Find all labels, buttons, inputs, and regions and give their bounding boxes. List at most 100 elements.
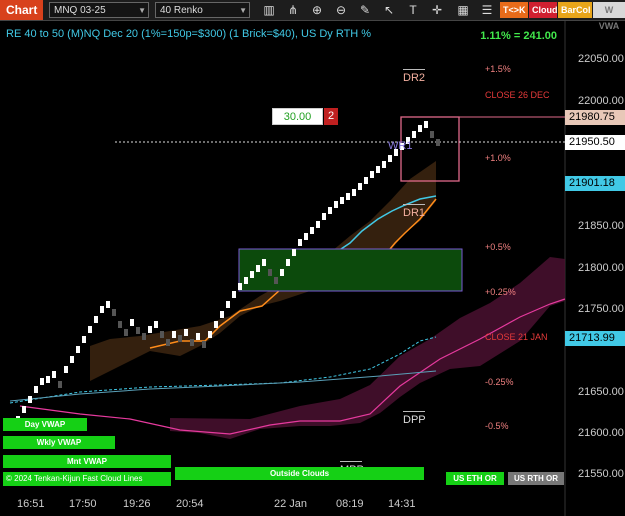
y-tick: 21550.00 bbox=[578, 468, 624, 480]
renko-brick bbox=[250, 271, 254, 278]
vwap-toggle-button[interactable]: W VWA bbox=[593, 2, 625, 31]
renko-brick bbox=[340, 197, 344, 204]
chart-title: Chart bbox=[0, 0, 44, 20]
renko-brick bbox=[76, 346, 80, 353]
renko-brick bbox=[304, 233, 308, 240]
renko-brick bbox=[136, 327, 140, 334]
renko-brick bbox=[370, 171, 374, 178]
x-tick: 14:31 bbox=[388, 498, 416, 510]
renko-brick bbox=[322, 213, 326, 220]
price-tag-tk: 21901.18 bbox=[565, 176, 625, 191]
renko-brick bbox=[268, 269, 272, 276]
grid-icon[interactable]: ▦ bbox=[454, 1, 472, 19]
renko-brick bbox=[232, 291, 236, 298]
renko-brick bbox=[166, 339, 170, 346]
renko-brick bbox=[286, 259, 290, 266]
renko-brick bbox=[70, 356, 74, 363]
price-tag-vwap: 21713.99 bbox=[565, 331, 625, 346]
renko-brick bbox=[124, 329, 128, 336]
weekly-vwap-toggle[interactable]: Wkly VWAP bbox=[3, 436, 115, 449]
renko-brick bbox=[190, 339, 194, 346]
level-minus-0-5: -0.5% bbox=[485, 421, 509, 431]
renko-brick bbox=[298, 239, 302, 246]
renko-brick bbox=[40, 378, 44, 385]
renko-brick bbox=[160, 331, 164, 338]
order-quantity-badge[interactable]: 2 bbox=[324, 108, 338, 125]
renko-brick bbox=[172, 331, 176, 338]
tk-toggle-button[interactable]: T<>K bbox=[500, 2, 528, 18]
us-rth-or-toggle[interactable]: US RTH OR bbox=[508, 472, 564, 485]
dr2-label: DR2 bbox=[403, 69, 426, 84]
renko-brick bbox=[22, 406, 26, 413]
barcol-toggle-button[interactable]: BarCol bbox=[558, 2, 592, 18]
renko-brick bbox=[388, 155, 392, 162]
renko-brick bbox=[52, 371, 56, 378]
zoom-in-icon[interactable]: ⊕ bbox=[308, 1, 326, 19]
day-vwap-toggle[interactable]: Day VWAP bbox=[3, 418, 87, 431]
chart-info-label: RE 40 to 50 (M)NQ Dec 20 (1%=150p=$300) … bbox=[6, 28, 372, 40]
renko-brick bbox=[238, 283, 242, 290]
crosshair-icon[interactable]: ✛ bbox=[428, 1, 446, 19]
x-tick: 19:26 bbox=[123, 498, 151, 510]
renko-brick bbox=[100, 306, 104, 313]
renko-brick bbox=[262, 259, 266, 266]
renko-brick bbox=[226, 301, 230, 308]
indicators-icon[interactable]: ⋔ bbox=[284, 1, 302, 19]
bar-type-label: 40 Renko bbox=[160, 5, 203, 16]
renko-brick bbox=[106, 301, 110, 308]
cursor-icon[interactable]: ↖ bbox=[380, 1, 398, 19]
renko-brick bbox=[412, 131, 416, 138]
renko-brick bbox=[280, 269, 284, 276]
order-price-input[interactable]: 30.00 bbox=[272, 108, 323, 125]
renko-brick bbox=[316, 221, 320, 228]
draw-icon[interactable]: ✎ bbox=[356, 1, 374, 19]
instrument-selector[interactable]: MNQ 03-25 ▼ bbox=[49, 2, 149, 18]
bar-type-selector[interactable]: 40 Renko ▼ bbox=[155, 2, 250, 18]
renko-brick bbox=[382, 161, 386, 168]
renko-brick bbox=[214, 321, 218, 328]
renko-brick bbox=[148, 326, 152, 333]
y-tick: 22000.00 bbox=[578, 95, 624, 107]
x-tick: 17:50 bbox=[69, 498, 97, 510]
list-icon[interactable]: ☰ bbox=[478, 1, 496, 19]
renko-brick bbox=[154, 321, 158, 328]
y-tick: 21600.00 bbox=[578, 427, 624, 439]
renko-brick bbox=[430, 131, 434, 138]
instrument-label: MNQ 03-25 bbox=[54, 5, 106, 16]
price-tag-close: 21980.75 bbox=[565, 110, 625, 125]
renko-brick bbox=[178, 335, 182, 342]
renko-brick bbox=[418, 125, 422, 132]
renko-brick bbox=[220, 311, 224, 318]
renko-brick bbox=[244, 277, 248, 284]
y-tick: 21750.00 bbox=[578, 303, 624, 315]
text-icon[interactable]: T bbox=[404, 1, 422, 19]
cloud-toggle-button[interactable]: Cloud bbox=[529, 2, 558, 18]
outside-clouds-toggle[interactable]: Outside Clouds bbox=[175, 467, 424, 480]
us-eth-or-toggle[interactable]: US ETH OR bbox=[446, 472, 504, 485]
renko-brick bbox=[142, 333, 146, 340]
y-tick: 22050.00 bbox=[578, 53, 624, 65]
renko-brick bbox=[196, 333, 200, 340]
renko-brick bbox=[358, 183, 362, 190]
renko-brick bbox=[364, 177, 368, 184]
cloud-lines-copyright: © 2024 Tenkan-Kijun Fast Cloud Lines bbox=[3, 472, 171, 486]
renko-brick bbox=[352, 189, 356, 196]
level-minus-0-25: -0.25% bbox=[485, 377, 514, 387]
renko-brick bbox=[256, 265, 260, 272]
level-plus-1-5: +1.5% bbox=[485, 64, 511, 74]
level-plus-0-5: +0.5% bbox=[485, 242, 511, 252]
renko-brick bbox=[310, 227, 314, 234]
price-tag-last: 21950.50 bbox=[565, 135, 625, 150]
renko-brick bbox=[292, 249, 296, 256]
close-26-dec-label: CLOSE 26 DEC bbox=[485, 90, 550, 100]
renko-brick bbox=[208, 331, 212, 338]
monthly-vwap-toggle[interactable]: Mnt VWAP bbox=[3, 455, 171, 468]
renko-brick bbox=[88, 326, 92, 333]
x-tick: 16:51 bbox=[17, 498, 45, 510]
renko-brick bbox=[328, 207, 332, 214]
renko-brick bbox=[274, 277, 278, 284]
bars-icon[interactable]: ▥ bbox=[260, 1, 278, 19]
renko-brick bbox=[436, 139, 440, 146]
renko-brick bbox=[346, 193, 350, 200]
zoom-out-icon[interactable]: ⊖ bbox=[332, 1, 350, 19]
